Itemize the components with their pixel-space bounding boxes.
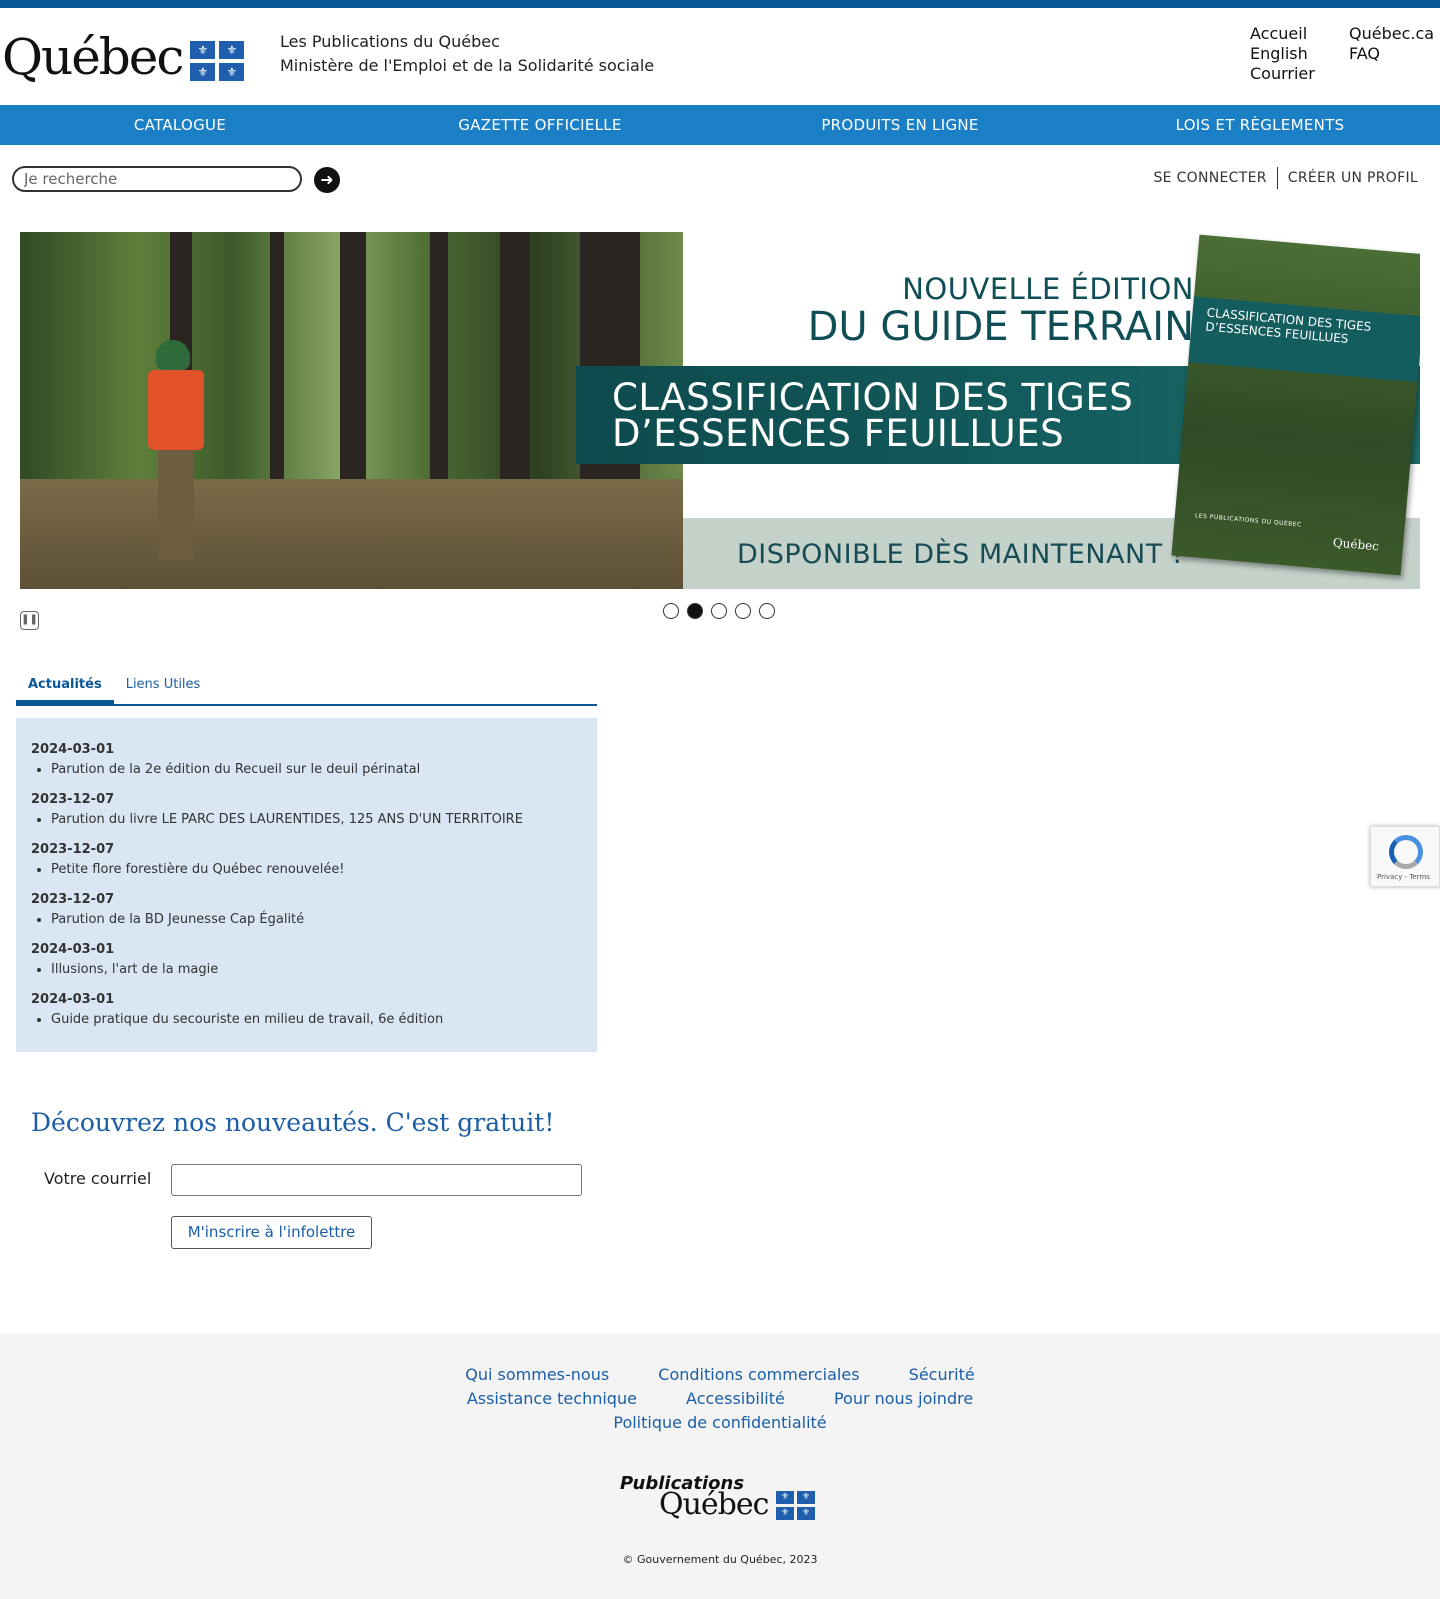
recaptcha-privacy-terms[interactable]: Privacy - Terms [1377,873,1430,881]
carousel-dot-2[interactable] [687,603,703,619]
top-link-english[interactable]: English [1250,44,1349,64]
organization-name: Les Publications du Québec Ministère de … [280,30,654,78]
site-footer: Qui sommes-nous Conditions commerciales … [0,1333,1440,1599]
newsletter-email-field[interactable] [171,1164,582,1196]
banner-new-edition: NOUVELLE ÉDITION DU GUIDE TERRAIN [807,272,1194,350]
top-accent-bar [0,0,1440,8]
nav-item-produits-en-ligne[interactable]: PRODUITS EN LIGNE [720,105,1080,145]
news-date: 2024-03-01 [31,992,115,1007]
site-header: Québec ⚜ ⚜ ⚜ ⚜ Les Publications du Québec M… [0,8,1440,105]
banner-title: CLASSIFICATION DES TIGES D’ESSENCES FEUI… [612,376,1134,455]
news-link[interactable]: Guide pratique du secouriste en milieu d… [51,1011,582,1029]
copyright-notice: © Gouvernement du Québec, 2023 [622,1553,818,1566]
auth-links: SE CONNECTER CRÉER UN PROFIL [1144,167,1429,189]
search-submit-button[interactable]: ➜ [314,167,340,193]
carousel-dot-1[interactable] [663,603,679,619]
footer-link-politique-confidentialite[interactable]: Politique de confidentialité [613,1413,826,1432]
book-cover-image: CLASSIFICATION DES TIGES D’ESSENCES FEUI… [1171,234,1420,576]
tab-liens-utiles[interactable]: Liens Utiles [114,669,213,704]
news-entry: 2023-12-07 Parution du livre LE PARC DES… [31,790,582,829]
quebec-logo[interactable]: Québec ⚜ ⚜ ⚜ ⚜ [2,28,245,86]
newsletter-title: Découvrez nos nouveautés. C'est gratuit! [31,1108,555,1137]
nav-item-gazette-officielle[interactable]: GAZETTE OFFICIELLE [360,105,720,145]
publications-quebec-logo[interactable]: Publications Québec ⚜ ⚜ ⚜ ⚜ [620,1473,830,1523]
pause-icon: ❚❚ [21,614,38,625]
news-link[interactable]: Parution de la BD Jeunesse Cap Égalité [51,911,582,929]
nav-item-lois-et-reglements[interactable]: LOIS ET RÈGLEMENTS [1080,105,1440,145]
org-line-publications: Les Publications du Québec [280,32,500,51]
news-entry: 2024-03-01 Illusions, l'art de la magie [31,940,582,979]
search-row: ➜ SE CONNECTER CRÉER UN PROFIL [0,145,1440,213]
carousel-dot-5[interactable] [759,603,775,619]
carousel-dot-3[interactable] [711,603,727,619]
news-link[interactable]: Illusions, l'art de la magie [51,961,582,979]
footer-link-qui-sommes-nous[interactable]: Qui sommes-nous [465,1365,609,1384]
news-entry: 2024-03-01 Guide pratique du secouriste … [31,990,582,1029]
news-date: 2023-12-07 [31,842,115,857]
footer-links: Qui sommes-nous Conditions commerciales … [0,1363,1440,1435]
news-entry: 2023-12-07 Parution de la BD Jeunesse Ca… [31,890,582,929]
recaptcha-icon [1389,835,1423,869]
news-panel: 2024-03-01 Parution de la 2e édition du … [16,718,597,1052]
newsletter-subscribe-button[interactable]: M'inscrire à l'infolettre [171,1216,372,1249]
fleur-de-lis-flag-icon: ⚜ ⚜ ⚜ ⚜ [190,41,245,81]
carousel-pause-button[interactable]: ❚❚ [20,611,39,630]
news-link[interactable]: Petite flore forestière du Québec renouv… [51,861,582,879]
logo-wordmark: Québec [2,28,184,86]
news-entry: 2023-12-07 Petite flore forestière du Qu… [31,840,582,879]
carousel-dot-4[interactable] [735,603,751,619]
tab-actualites[interactable]: Actualités [16,669,114,704]
footer-link-pour-nous-joindre[interactable]: Pour nous joindre [834,1389,973,1408]
search-input[interactable] [12,166,302,192]
news-date: 2024-03-01 [31,942,115,957]
recaptcha-badge[interactable]: Privacy - Terms [1370,826,1440,887]
news-date: 2023-12-07 [31,892,115,907]
top-link-accueil[interactable]: Accueil [1250,24,1349,44]
newsletter-email-label: Votre courriel [44,1169,152,1188]
top-link-faq[interactable]: FAQ [1349,44,1434,64]
fleur-de-lis-flag-icon: ⚜ ⚜ ⚜ ⚜ [776,1491,815,1520]
arrow-right-icon: ➜ [320,170,334,189]
main-navigation: CATALOGUE GAZETTE OFFICIELLE PRODUITS EN… [0,105,1440,145]
footer-logo-line2: Québec [659,1487,769,1522]
news-link[interactable]: Parution du livre LE PARC DES LAURENTIDE… [51,811,582,829]
news-date: 2023-12-07 [31,792,115,807]
banner-available-text: DISPONIBLE DÈS MAINTENANT ! [737,539,1184,570]
login-link[interactable]: SE CONNECTER [1144,167,1277,189]
hero-banner[interactable]: CLASSIFICATION DES TIGES D’ESSENCES FEUI… [20,232,1420,589]
news-link[interactable]: Parution de la 2e édition du Recueil sur… [51,761,582,779]
top-link-courrier[interactable]: Courrier [1250,64,1349,84]
footer-link-accessibilite[interactable]: Accessibilité [686,1389,785,1408]
top-links: Accueil Québec.ca English FAQ Courrier [1250,24,1434,84]
footer-link-assistance-technique[interactable]: Assistance technique [467,1389,637,1408]
org-line-ministry: Ministère de l'Emploi et de la Solidarit… [280,56,655,75]
top-link-quebec-ca[interactable]: Québec.ca [1349,24,1434,44]
news-entry: 2024-03-01 Parution de la 2e édition du … [31,740,582,779]
news-date: 2024-03-01 [31,742,115,757]
news-tabs: Actualités Liens Utiles [16,669,597,706]
create-profile-link[interactable]: CRÉER UN PROFIL [1276,167,1428,189]
nav-item-catalogue[interactable]: CATALOGUE [0,105,360,145]
forest-worker-figure [148,340,212,560]
footer-link-securite[interactable]: Sécurité [909,1365,975,1384]
footer-link-conditions-commerciales[interactable]: Conditions commerciales [658,1365,859,1384]
carousel-dots [663,603,783,619]
